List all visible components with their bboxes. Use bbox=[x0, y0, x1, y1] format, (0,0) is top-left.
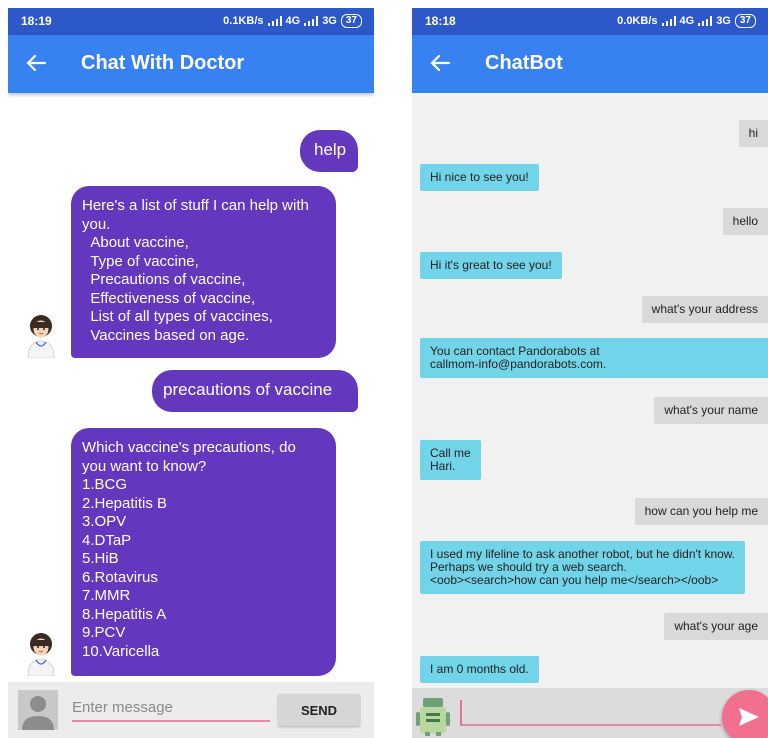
chatbot-screen: 18:18 0.0KB/s 4G 3G 37 ChatBot hi Hi nic… bbox=[412, 8, 768, 738]
send-button[interactable]: SEND bbox=[278, 694, 360, 726]
signal-icon bbox=[267, 16, 282, 26]
app-bar: Chat With Doctor bbox=[8, 35, 374, 93]
page-title: Chat With Doctor bbox=[81, 52, 245, 74]
message-input-bar: SEND bbox=[8, 682, 374, 738]
chat-with-doctor-screen: 18:19 0.1KB/s 4G 3G 37 Chat With Doctor … bbox=[8, 8, 374, 738]
status-bar: 18:18 0.0KB/s 4G 3G 37 bbox=[412, 8, 768, 35]
network-speed: 0.0KB/s bbox=[617, 15, 658, 27]
page-title: ChatBot bbox=[485, 52, 563, 74]
bot-message-bubble: Here's a list of stuff I can help with y… bbox=[71, 186, 336, 358]
bot-message-bubble: You can contact Pandorabots at callmom-i… bbox=[420, 338, 768, 378]
robot-icon bbox=[416, 698, 450, 736]
network-type-3g: 3G bbox=[716, 15, 731, 27]
status-time: 18:19 bbox=[21, 14, 52, 28]
network-type-4g: 4G bbox=[679, 15, 695, 27]
message-input-bar bbox=[412, 688, 768, 738]
doctor-avatar-icon bbox=[27, 315, 55, 358]
back-arrow-icon[interactable] bbox=[26, 54, 46, 72]
network-type-4g: 4G bbox=[285, 15, 301, 27]
doctor-avatar-icon bbox=[27, 633, 55, 676]
send-fab-button[interactable] bbox=[722, 690, 768, 738]
user-message-bubble: what's your address bbox=[641, 296, 768, 323]
bot-message-bubble: Which vaccine's precautions, do you want… bbox=[71, 428, 336, 676]
network-speed: 0.1KB/s bbox=[223, 15, 264, 27]
bot-message-bubble: I am 0 months old. bbox=[420, 656, 539, 683]
user-message-bubble: what's your name bbox=[654, 397, 768, 424]
user-message-bubble: precautions of vaccine bbox=[152, 370, 358, 412]
message-input[interactable] bbox=[460, 700, 721, 726]
signal-icon bbox=[304, 16, 319, 26]
status-indicators: 0.0KB/s 4G 3G 37 bbox=[617, 14, 756, 28]
user-avatar-icon bbox=[18, 690, 58, 730]
user-message-bubble: help bbox=[300, 130, 358, 172]
bot-message-bubble: Hi nice to see you! bbox=[420, 164, 539, 191]
back-arrow-icon[interactable] bbox=[430, 54, 450, 72]
user-message-bubble: how can you help me bbox=[634, 498, 768, 525]
send-icon bbox=[739, 708, 759, 726]
user-message-bubble: hi bbox=[738, 120, 768, 147]
signal-icon bbox=[661, 16, 676, 26]
user-message-bubble: hello bbox=[722, 208, 768, 235]
user-message-bubble: what's your age bbox=[664, 613, 768, 640]
status-time: 18:18 bbox=[425, 14, 456, 28]
status-indicators: 0.1KB/s 4G 3G 37 bbox=[223, 14, 362, 28]
bot-message-bubble: Hi it's great to see you! bbox=[420, 252, 562, 279]
signal-icon bbox=[698, 16, 713, 26]
bot-message-bubble: Call me Hari. bbox=[420, 440, 481, 480]
network-type-3g: 3G bbox=[322, 15, 337, 27]
bot-message-bubble: I used my lifeline to ask another robot,… bbox=[420, 541, 746, 594]
app-bar: ChatBot bbox=[412, 35, 768, 93]
person-icon bbox=[22, 696, 54, 730]
message-input[interactable] bbox=[72, 694, 270, 722]
battery-icon: 37 bbox=[340, 14, 362, 28]
battery-icon: 37 bbox=[734, 14, 756, 28]
status-bar: 18:19 0.1KB/s 4G 3G 37 bbox=[8, 8, 374, 35]
